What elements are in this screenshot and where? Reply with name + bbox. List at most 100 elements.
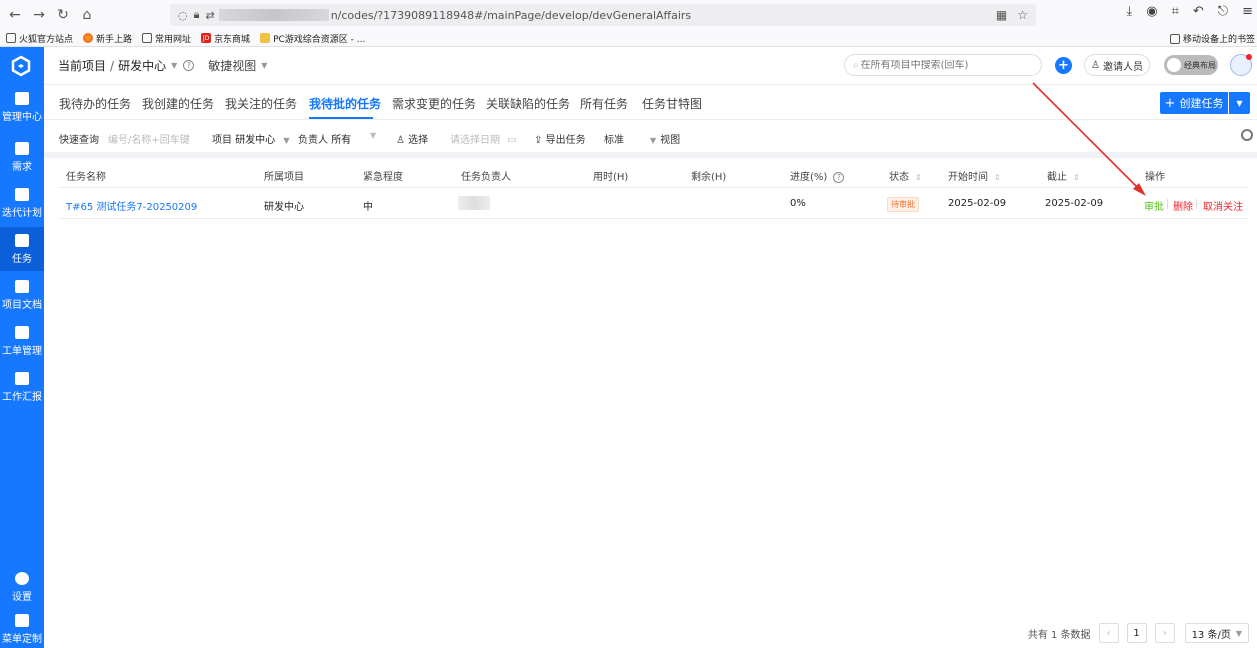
column-header-end[interactable]: 截止 ⇕: [1047, 168, 1080, 183]
standard-view-select[interactable]: 标准: [604, 131, 624, 146]
export-button[interactable]: ⇪ 导出任务: [534, 131, 586, 146]
tab-all-tasks[interactable]: 所有任务: [580, 95, 628, 112]
address-bar[interactable]: ◌ 🔒︎ ⇄ n/codes/?1739089118948#/mainPage/…: [170, 4, 1036, 26]
owner-filter[interactable]: 负责人 所有: [298, 131, 351, 146]
reload-icon[interactable]: ↻: [52, 4, 74, 26]
agile-view-switch[interactable]: 敏捷视图: [208, 57, 256, 74]
bookmark-item[interactable]: 常用网址: [142, 32, 191, 45]
project-filter[interactable]: 项目 研发中心 ▼: [212, 131, 290, 146]
qr-code-icon[interactable]: ▦: [996, 8, 1007, 22]
page-size-select[interactable]: 13 条/页 ▼: [1184, 623, 1249, 643]
search-input[interactable]: [860, 59, 1031, 71]
column-header-progress: 进度(%)?: [790, 168, 845, 183]
chevron-down-icon[interactable]: ▼: [261, 61, 267, 70]
add-icon[interactable]: +: [1055, 57, 1072, 74]
browser-toolbar: ← → ↻ ⌂ ◌ 🔒︎ ⇄ n/codes/?1739089118948#/m…: [0, 0, 1257, 30]
column-header-status[interactable]: 状态 ⇕: [889, 168, 922, 183]
date-picker[interactable]: 请选择日期 ▭: [450, 131, 517, 146]
quick-query-input[interactable]: 编号/名称+回车键: [108, 131, 190, 146]
sidebar-item-tickets[interactable]: 工单管理: [0, 319, 44, 363]
menu-icon[interactable]: ≡: [1242, 4, 1253, 19]
tab-my-created[interactable]: 我创建的任务: [142, 95, 214, 112]
tab-gantt[interactable]: 任务甘特图: [642, 95, 702, 112]
chevron-down-icon: ▼: [283, 136, 290, 145]
grid-icon: [15, 613, 29, 627]
game-icon: [260, 33, 271, 43]
column-header-start[interactable]: 开始时间 ⇕: [948, 168, 1001, 183]
next-page-button[interactable]: ›: [1154, 623, 1175, 643]
invite-button[interactable]: ♙ 邀请人员: [1084, 54, 1150, 76]
task-start-date: 2025-02-09: [948, 198, 1007, 209]
table-row: T#65 测试任务7-20250209 研发中心 中 0% 待审批 2025-0…: [58, 188, 1248, 219]
chevron-down-icon[interactable]: ▼: [370, 131, 376, 140]
sidebar-item-docs[interactable]: 项目文档: [0, 273, 44, 317]
mail-icon: [15, 371, 29, 385]
notification-dot: [1246, 54, 1252, 60]
ticket-icon: [15, 325, 29, 339]
help-icon[interactable]: ?: [183, 60, 195, 71]
share-icon[interactable]: ⎋: [1218, 4, 1228, 19]
mobile-bookmarks[interactable]: 移动设备上的书签: [1169, 32, 1255, 45]
avatar[interactable]: [1230, 54, 1252, 76]
user-icon: ♙: [396, 135, 405, 146]
home-icon[interactable]: ⌂: [76, 4, 98, 26]
sidebar-item-management[interactable]: 管理中心: [0, 85, 44, 129]
copy-icon: [15, 187, 29, 201]
firefox-icon: [83, 33, 94, 43]
url-redacted: [218, 9, 329, 21]
star-icon[interactable]: ☆: [1017, 8, 1028, 22]
sidebar-item-menu-custom[interactable]: 菜单定制: [0, 607, 44, 648]
tab-my-pending-approval[interactable]: 我待批的任务: [309, 95, 381, 112]
chevron-down-icon[interactable]: ▼: [171, 61, 177, 70]
file-chart-icon: [15, 279, 29, 293]
sidebar-item-settings[interactable]: 设置: [0, 565, 44, 609]
column-header: 任务名称: [66, 172, 106, 183]
back-icon[interactable]: ←: [4, 4, 26, 26]
sort-icon: ⇕: [994, 173, 1001, 182]
tab-linked-defects[interactable]: 关联缺陷的任务: [486, 95, 570, 112]
column-header: 所属项目: [264, 172, 304, 183]
tab-my-todo[interactable]: 我待办的任务: [59, 95, 131, 112]
task-urgency: 中: [363, 202, 373, 213]
prev-page-button[interactable]: ‹: [1098, 623, 1119, 643]
app-header: 当前项目 / 研发中心 ▼ ? 敏捷视图 ▼ ⌕ + ♙邀请人员 经典布局: [44, 47, 1257, 85]
view-select[interactable]: ▼ 视图: [650, 131, 680, 146]
delete-button[interactable]: 删除: [1173, 198, 1193, 213]
help-icon[interactable]: ?: [833, 172, 845, 183]
gear-icon[interactable]: [1241, 129, 1253, 141]
unfollow-button[interactable]: 取消关注: [1203, 198, 1243, 213]
lock-icon: 🔒︎: [193, 8, 200, 21]
forward-icon[interactable]: →: [28, 4, 50, 26]
column-header: 操作: [1145, 172, 1165, 183]
bookmark-item[interactable]: PC游戏综合资源区 - ...: [260, 32, 365, 45]
create-task-button[interactable]: + 创建任务: [1160, 92, 1228, 114]
task-name-link[interactable]: T#65 测试任务7-20250209: [66, 198, 197, 213]
layout-toggle[interactable]: 经典布局: [1164, 55, 1218, 75]
select-button[interactable]: ♙ 选择: [396, 131, 428, 146]
task-progress: 0%: [790, 198, 806, 209]
gear-icon: [15, 571, 29, 585]
tab-my-followed[interactable]: 我关注的任务: [225, 95, 297, 112]
account-icon[interactable]: ◉: [1146, 4, 1157, 19]
folder-icon: [6, 33, 16, 43]
task-tabs: 我待办的任务 我创建的任务 我关注的任务 我待批的任务 需求变更的任务 关联缺陷…: [44, 85, 1257, 120]
bookmark-item[interactable]: 新手上路: [83, 32, 132, 45]
sidebar-item-tasks[interactable]: 任务: [0, 227, 44, 271]
tab-requirement-change[interactable]: 需求变更的任务: [392, 95, 476, 112]
document-icon: [15, 141, 29, 155]
bookmarks-bar: 火狐官方站点 新手上路 常用网址 JD 京东商城 PC游戏综合资源区 - ... …: [0, 30, 1257, 47]
bookmark-item[interactable]: 火狐官方站点: [6, 32, 73, 45]
crop-icon[interactable]: ⌗: [1172, 4, 1179, 19]
sidebar-item-iteration[interactable]: 迭代计划: [0, 181, 44, 225]
approve-button[interactable]: 审批: [1144, 198, 1164, 213]
sidebar-item-reports[interactable]: 工作汇报: [0, 365, 44, 409]
project-switcher[interactable]: 研发中心: [118, 57, 166, 74]
create-task-dropdown[interactable]: ▼: [1229, 92, 1250, 114]
bookmark-item[interactable]: JD 京东商城: [201, 32, 250, 45]
global-search[interactable]: ⌕: [844, 54, 1042, 76]
sidebar-item-requirements[interactable]: 需求: [0, 135, 44, 179]
page-number[interactable]: 1: [1126, 623, 1147, 643]
undo-icon[interactable]: ↶: [1193, 4, 1204, 19]
download-icon[interactable]: ⤓: [1126, 4, 1132, 19]
task-owner-redacted: [458, 196, 490, 210]
